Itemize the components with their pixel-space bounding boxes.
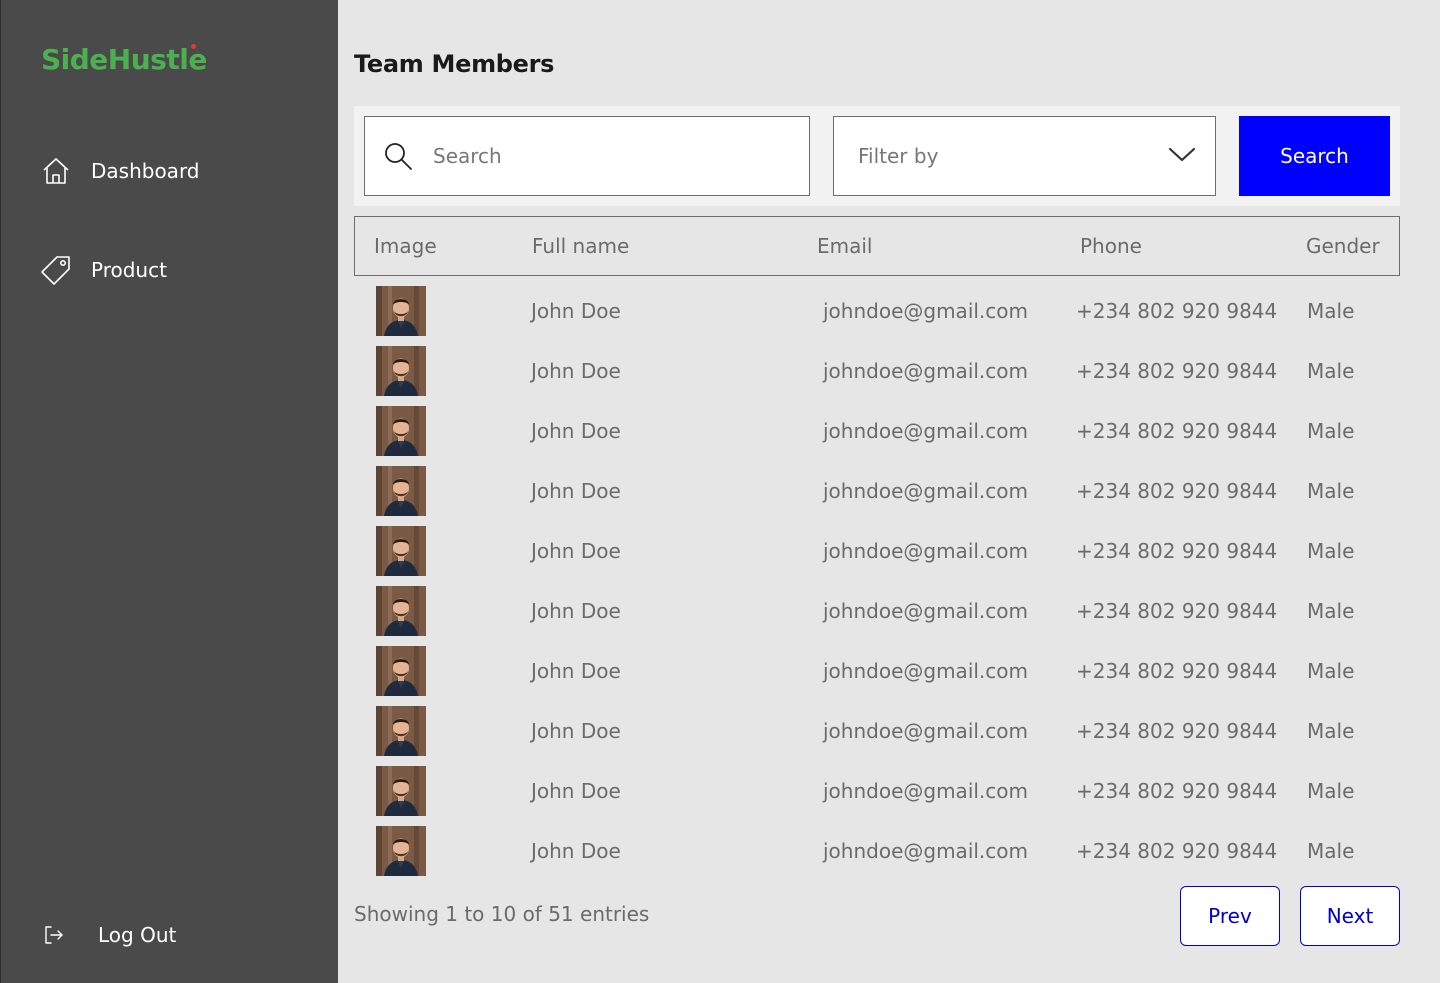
pagination-summary: Showing 1 to 10 of 51 entries [354, 902, 650, 926]
logout-button[interactable]: Log Out [39, 920, 176, 950]
avatar [376, 346, 426, 396]
avatar [376, 526, 426, 576]
cell-email: johndoe@gmail.com [823, 599, 1028, 623]
cell-gender: Male [1307, 599, 1355, 623]
column-header-gender[interactable]: Gender [1306, 217, 1380, 275]
cell-full-name: John Doe [531, 599, 621, 623]
cell-phone: +234 802 920 9844 [1076, 299, 1278, 323]
cell-phone: +234 802 920 9844 [1076, 539, 1278, 563]
table-row[interactable]: John Doe johndoe@gmail.com +234 802 920 … [354, 466, 1400, 526]
table-row[interactable]: John Doe johndoe@gmail.com +234 802 920 … [354, 826, 1400, 886]
sidebar: SideHustle Dashboard Product Log Out [0, 0, 338, 983]
chevron-down-icon [1167, 144, 1197, 168]
cell-gender: Male [1307, 839, 1355, 863]
cell-full-name: John Doe [531, 479, 621, 503]
table-body: John Doe johndoe@gmail.com +234 802 920 … [354, 286, 1400, 886]
cell-phone: +234 802 920 9844 [1076, 719, 1278, 743]
logo-text: SideHustle [41, 43, 207, 76]
avatar [376, 706, 426, 756]
search-input[interactable] [431, 143, 795, 169]
table-row[interactable]: John Doe johndoe@gmail.com +234 802 920 … [354, 706, 1400, 766]
cell-phone: +234 802 920 9844 [1076, 839, 1278, 863]
column-header-image[interactable]: Image [374, 217, 437, 275]
sidebar-item-product[interactable]: Product [41, 255, 167, 285]
cell-phone: +234 802 920 9844 [1076, 779, 1278, 803]
table-row[interactable]: John Doe johndoe@gmail.com +234 802 920 … [354, 286, 1400, 346]
cell-email: johndoe@gmail.com [823, 359, 1028, 383]
cell-full-name: John Doe [531, 539, 621, 563]
table-row[interactable]: John Doe johndoe@gmail.com +234 802 920 … [354, 346, 1400, 406]
cell-full-name: John Doe [531, 419, 621, 443]
cell-gender: Male [1307, 659, 1355, 683]
cell-full-name: John Doe [531, 839, 621, 863]
cell-email: johndoe@gmail.com [823, 479, 1028, 503]
cell-phone: +234 802 920 9844 [1076, 359, 1278, 383]
table-row[interactable]: John Doe johndoe@gmail.com +234 802 920 … [354, 526, 1400, 586]
sidebar-item-label: Dashboard [91, 159, 200, 183]
avatar [376, 406, 426, 456]
logout-icon [39, 920, 69, 950]
sidebar-item-label: Product [91, 258, 167, 282]
cell-gender: Male [1307, 719, 1355, 743]
cell-phone: +234 802 920 9844 [1076, 659, 1278, 683]
table-row[interactable]: John Doe johndoe@gmail.com +234 802 920 … [354, 646, 1400, 706]
filter-label: Filter by [858, 144, 939, 168]
table-row[interactable]: John Doe johndoe@gmail.com +234 802 920 … [354, 586, 1400, 646]
avatar [376, 466, 426, 516]
cell-full-name: John Doe [531, 359, 621, 383]
cell-full-name: John Doe [531, 659, 621, 683]
cell-email: johndoe@gmail.com [823, 419, 1028, 443]
cell-email: johndoe@gmail.com [823, 719, 1028, 743]
avatar [376, 646, 426, 696]
cell-phone: +234 802 920 9844 [1076, 419, 1278, 443]
column-header-phone[interactable]: Phone [1080, 217, 1142, 275]
cell-phone: +234 802 920 9844 [1076, 479, 1278, 503]
filter-dropdown[interactable]: Filter by [833, 116, 1216, 196]
cell-email: johndoe@gmail.com [823, 539, 1028, 563]
table-row[interactable]: John Doe johndoe@gmail.com +234 802 920 … [354, 406, 1400, 466]
cell-gender: Male [1307, 419, 1355, 443]
search-button[interactable]: Search [1239, 116, 1390, 196]
cell-gender: Male [1307, 479, 1355, 503]
cell-gender: Male [1307, 779, 1355, 803]
cell-gender: Male [1307, 359, 1355, 383]
cell-email: johndoe@gmail.com [823, 779, 1028, 803]
avatar [376, 766, 426, 816]
column-header-full-name[interactable]: Full name [532, 217, 629, 275]
logout-label: Log Out [98, 923, 177, 947]
cell-full-name: John Doe [531, 779, 621, 803]
cell-email: johndoe@gmail.com [823, 659, 1028, 683]
cell-gender: Male [1307, 539, 1355, 563]
next-button[interactable]: Next [1300, 886, 1400, 946]
avatar [376, 586, 426, 636]
prev-button[interactable]: Prev [1180, 886, 1280, 946]
search-icon [383, 141, 413, 171]
column-header-email[interactable]: Email [817, 217, 873, 275]
cell-full-name: John Doe [531, 719, 621, 743]
cell-email: johndoe@gmail.com [823, 299, 1028, 323]
avatar [376, 286, 426, 336]
table-row[interactable]: John Doe johndoe@gmail.com +234 802 920 … [354, 766, 1400, 826]
cell-gender: Male [1307, 299, 1355, 323]
cell-full-name: John Doe [531, 299, 621, 323]
logo-dot [191, 44, 196, 49]
toolbar: Filter by Search [354, 106, 1400, 206]
cell-phone: +234 802 920 9844 [1076, 599, 1278, 623]
app-logo[interactable]: SideHustle [41, 40, 207, 80]
sidebar-item-dashboard[interactable]: Dashboard [41, 156, 200, 186]
page-title: Team Members [354, 50, 555, 78]
cell-email: johndoe@gmail.com [823, 839, 1028, 863]
tag-icon [41, 255, 71, 285]
home-icon [41, 156, 71, 186]
avatar [376, 826, 426, 876]
search-box[interactable] [364, 116, 810, 196]
table-header: Image Full name Email Phone Gender [354, 216, 1400, 276]
